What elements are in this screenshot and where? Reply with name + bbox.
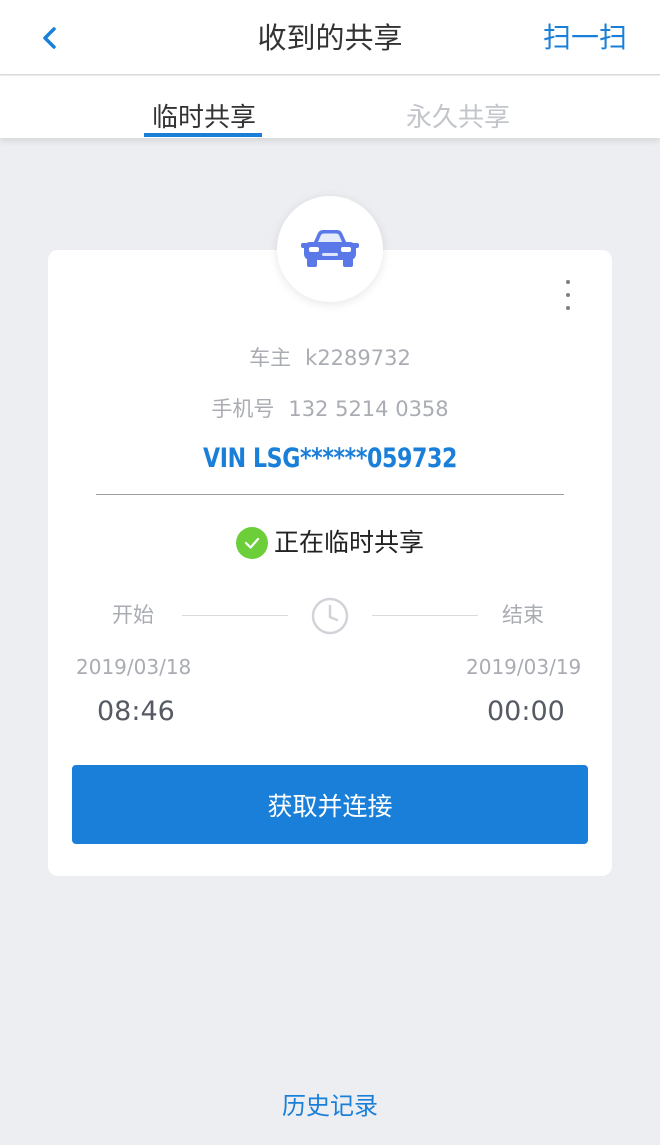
tab-permanent-share[interactable]: 永久共享	[406, 100, 510, 136]
more-vertical-icon	[566, 280, 570, 284]
timeline-left	[182, 615, 288, 616]
check-circle-icon	[235, 527, 268, 559]
owner-value: k2289732	[305, 346, 411, 370]
phone-value: 132 5214 0358	[288, 397, 449, 421]
share-status: 正在临时共享	[48, 527, 612, 559]
scan-button[interactable]: 扫一扫	[543, 18, 627, 58]
start-date: 2019/03/18	[76, 655, 192, 679]
history-link[interactable]: 历史记录	[0, 1089, 660, 1123]
start-time: 08:46	[97, 696, 175, 727]
share-tabs: 临时共享 永久共享	[0, 76, 660, 138]
timeline-right	[372, 615, 478, 616]
car-icon	[301, 230, 359, 267]
owner-row: 车主 k2289732	[48, 343, 612, 373]
status-text: 正在临时共享	[273, 528, 424, 557]
owner-label: 车主	[249, 346, 292, 370]
divider	[96, 494, 564, 495]
end-label: 结束	[502, 603, 544, 627]
navigation-bar: 收到的共享 扫一扫	[0, 0, 660, 75]
share-card: 车主 k2289732 手机号 132 5214 0358 VIN LSG*****…	[48, 250, 612, 876]
get-and-connect-button[interactable]: 获取并连接	[72, 765, 588, 844]
more-options-button[interactable]	[554, 280, 582, 310]
vin-text: VIN LSG******059732	[203, 443, 457, 474]
start-label: 开始	[112, 603, 154, 627]
end-date: 2019/03/19	[466, 655, 582, 679]
clock-icon	[311, 597, 349, 635]
tab-temporary-share[interactable]: 临时共享	[152, 100, 256, 136]
vehicle-avatar	[277, 196, 383, 302]
phone-label: 手机号	[211, 397, 275, 421]
phone-row: 手机号 132 5214 0358	[48, 394, 612, 424]
end-time: 00:00	[487, 696, 565, 727]
active-tab-indicator	[144, 133, 262, 137]
